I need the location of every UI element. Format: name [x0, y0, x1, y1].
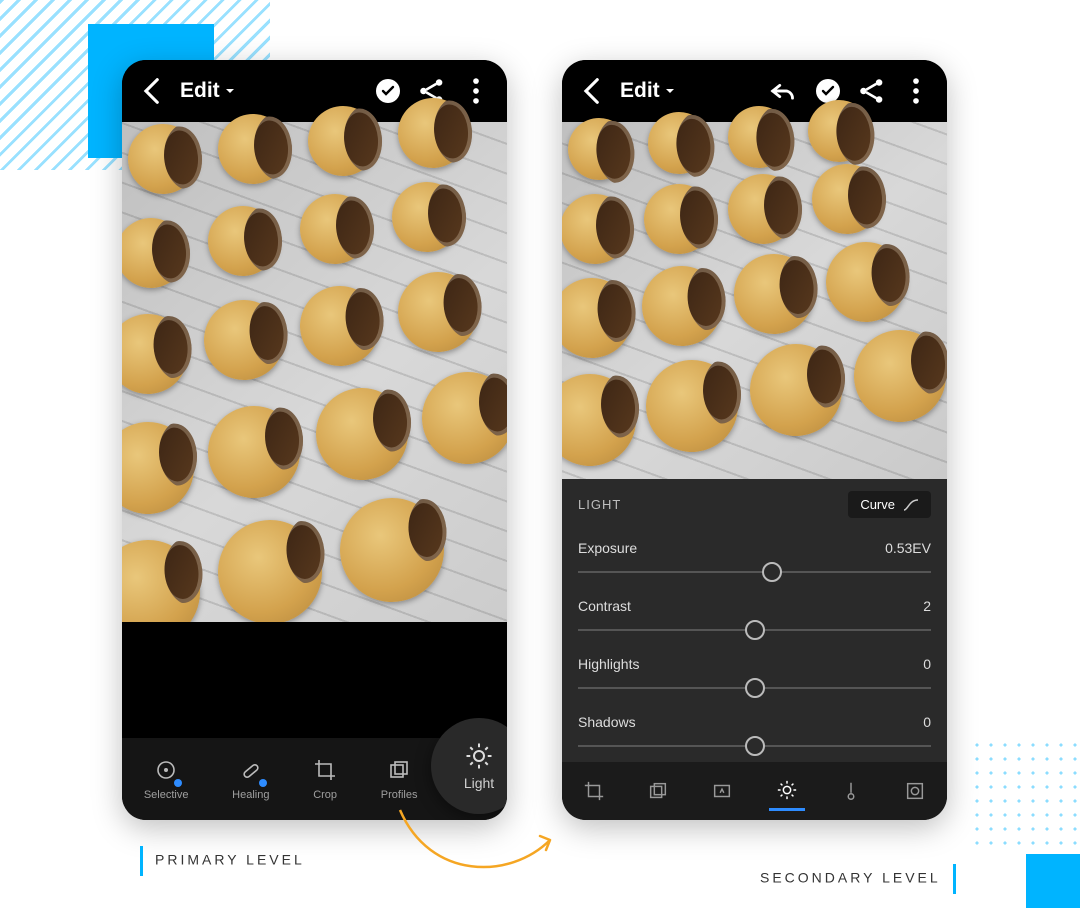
profiles-icon — [647, 780, 669, 802]
slider-shadows[interactable]: Shadows 0 — [562, 704, 947, 762]
title-text: Edit — [180, 79, 220, 103]
auto-icon — [711, 780, 733, 802]
caret-down-icon — [664, 85, 676, 97]
slider-highlights[interactable]: Highlights 0 — [562, 646, 947, 704]
light-panel: LIGHT Curve Exposure 0.53EV Contrast 2 Highl… — [562, 479, 947, 762]
back-button[interactable] — [136, 74, 170, 108]
photo-preview[interactable] — [562, 122, 947, 502]
selective-icon — [154, 758, 178, 785]
slider-track[interactable] — [578, 620, 931, 640]
slider-exposure[interactable]: Exposure 0.53EV — [562, 530, 947, 588]
undo-button[interactable] — [767, 74, 801, 108]
flow-arrow — [390, 800, 570, 880]
tool-crop[interactable]: Crop — [313, 758, 337, 801]
caption-text: PRIMARY LEVEL — [155, 852, 305, 868]
photo-letterbox — [122, 622, 507, 720]
slider-value: 2 — [923, 598, 931, 614]
tool-profiles[interactable]: Profiles — [381, 758, 418, 801]
sec-light[interactable] — [769, 772, 805, 811]
tool-label: Selective — [144, 789, 189, 801]
tool-selective[interactable]: Selective — [144, 758, 189, 801]
sec-auto[interactable] — [704, 773, 740, 809]
vignette-icon — [904, 780, 926, 802]
slider-value: 0 — [923, 714, 931, 730]
back-button[interactable] — [576, 74, 610, 108]
screen-title[interactable]: Edit — [180, 79, 236, 103]
tool-label: Healing — [232, 789, 269, 801]
slider-track[interactable] — [578, 678, 931, 698]
crop-icon — [313, 758, 337, 785]
sec-profiles[interactable] — [640, 773, 676, 809]
decorative-dots — [970, 738, 1080, 848]
more-dots-icon — [899, 74, 933, 108]
caption-primary: PRIMARY LEVEL — [140, 846, 305, 876]
sec-color[interactable] — [833, 773, 869, 809]
caption-secondary: SECONDARY LEVEL — [760, 864, 956, 894]
tool-label: Profiles — [381, 789, 418, 801]
back-arrow-icon — [136, 74, 170, 108]
share-button[interactable] — [855, 74, 889, 108]
slider-track[interactable] — [578, 736, 931, 756]
photo-preview[interactable] — [122, 122, 507, 720]
sec-effects[interactable] — [897, 773, 933, 809]
healing-icon — [239, 758, 263, 785]
more-button[interactable] — [899, 74, 933, 108]
crop-icon — [583, 780, 605, 802]
caption-text: SECONDARY LEVEL — [760, 870, 941, 886]
light-icon — [776, 779, 798, 801]
slider-value: 0 — [923, 656, 931, 672]
panel-heading: LIGHT — [578, 497, 621, 512]
curve-icon — [903, 498, 919, 512]
more-dots-icon — [459, 74, 493, 108]
slider-value: 0.53EV — [885, 540, 931, 556]
secondary-toolbar — [562, 762, 947, 820]
tool-label: Crop — [313, 789, 337, 801]
light-icon — [464, 741, 494, 771]
fab-label: Light — [464, 775, 494, 791]
sec-crop[interactable] — [576, 773, 612, 809]
checkmark-icon — [376, 79, 400, 103]
slider-track[interactable] — [578, 562, 931, 582]
decorative-square-small — [1026, 854, 1080, 908]
caret-down-icon — [224, 85, 236, 97]
undo-icon — [767, 74, 801, 108]
phone-primary: Edit — [122, 60, 507, 820]
slider-label: Contrast — [578, 598, 631, 614]
slider-label: Exposure — [578, 540, 637, 556]
slider-contrast[interactable]: Contrast 2 — [562, 588, 947, 646]
slider-label: Shadows — [578, 714, 636, 730]
slider-label: Highlights — [578, 656, 639, 672]
tool-healing[interactable]: Healing — [232, 758, 269, 801]
curve-label: Curve — [860, 497, 895, 512]
more-button[interactable] — [459, 74, 493, 108]
thermometer-icon — [840, 780, 862, 802]
confirm-button[interactable] — [371, 74, 405, 108]
profiles-icon — [387, 758, 411, 785]
screen-title[interactable]: Edit — [620, 79, 676, 103]
phone-secondary: Edit — [562, 60, 947, 820]
share-icon — [855, 74, 889, 108]
curve-button[interactable]: Curve — [848, 491, 931, 518]
title-text: Edit — [620, 79, 660, 103]
back-arrow-icon — [576, 74, 610, 108]
